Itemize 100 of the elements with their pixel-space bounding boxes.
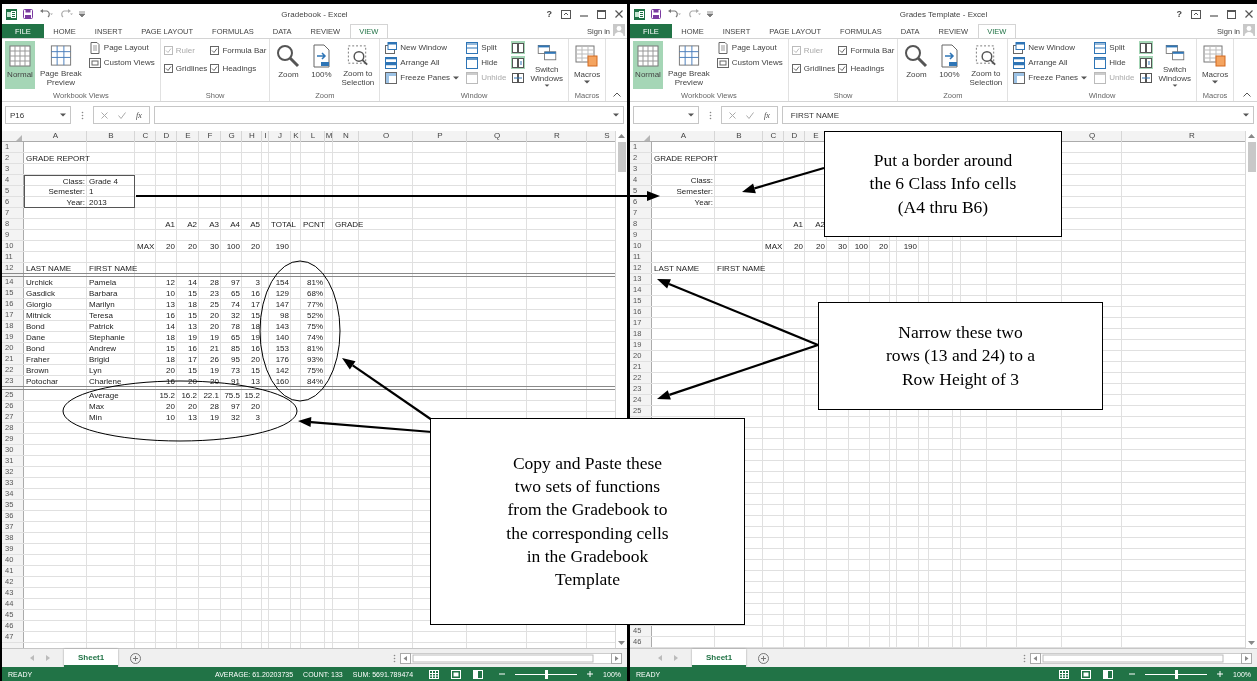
caret-icon[interactable]: [543, 83, 550, 87]
ribbon-button[interactable]: Page Layout: [86, 41, 157, 54]
ribbon-checkbox[interactable]: Formula Bar: [838, 43, 895, 57]
column-header[interactable]: F: [199, 131, 221, 142]
maximize-icon[interactable]: [1227, 9, 1236, 19]
ribbon-checkbox[interactable]: Gridlines: [163, 61, 208, 75]
column-header[interactable]: O: [359, 131, 413, 142]
insert-function-button[interactable]: fx: [764, 110, 770, 120]
scroll-down-icon[interactable]: [618, 641, 625, 645]
ribbon-checkbox[interactable]: Formula Bar: [210, 43, 267, 57]
side-by-side-icon[interactable]: [511, 41, 526, 54]
ribbon-button[interactable]: Switch Windows: [1156, 41, 1193, 89]
dropdown-caret-icon[interactable]: [60, 113, 66, 117]
ribbon-button[interactable]: Custom Views: [714, 56, 785, 69]
side-by-side-icon[interactable]: [1139, 41, 1154, 54]
expand-caret-icon[interactable]: [613, 113, 619, 117]
ribbon-button[interactable]: Page Break Preview: [38, 41, 84, 89]
dropdown-caret-icon[interactable]: [688, 113, 694, 117]
zoom-out-icon[interactable]: [499, 671, 506, 677]
undo-icon[interactable]: [667, 9, 681, 19]
column-header[interactable]: B: [715, 131, 763, 142]
undo-icon[interactable]: [39, 9, 53, 19]
zoom-out-icon[interactable]: [1129, 671, 1136, 677]
scroll-up-icon[interactable]: [1248, 134, 1255, 138]
save-icon[interactable]: [651, 9, 661, 19]
column-header[interactable]: C: [135, 131, 156, 142]
formula-field[interactable]: [153, 106, 624, 124]
ribbon-button[interactable]: Freeze Panes: [1011, 71, 1090, 84]
ribbon-button[interactable]: 100%: [934, 41, 965, 89]
ribbon-checkbox[interactable]: Headings: [838, 61, 895, 75]
checkbox-icon[interactable]: [838, 45, 848, 55]
checkbox-icon[interactable]: [838, 63, 848, 73]
column-header[interactable]: B: [87, 131, 135, 142]
ribbon-button[interactable]: Custom Views: [86, 56, 157, 69]
column-header[interactable]: L: [301, 131, 325, 142]
insert-function-button[interactable]: fx: [136, 110, 142, 120]
ribbon-button[interactable]: Page Break Preview: [666, 41, 712, 89]
caret-icon[interactable]: [1212, 80, 1219, 84]
sheet-tab[interactable]: Sheet1: [692, 649, 747, 667]
horizontal-scrollbar[interactable]: [1030, 652, 1252, 664]
sync-scroll-icon[interactable]: [1139, 56, 1154, 69]
collapse-ribbon-icon[interactable]: [1243, 92, 1251, 97]
column-header[interactable]: E: [177, 131, 199, 142]
column-header[interactable]: C: [763, 131, 784, 142]
normal-view-icon[interactable]: [429, 669, 440, 679]
page-break-view-icon[interactable]: [473, 669, 484, 679]
column-header[interactable]: K: [291, 131, 301, 142]
column-header[interactable]: A: [24, 131, 87, 142]
add-sheet-icon[interactable]: [130, 652, 142, 664]
column-header[interactable]: D: [156, 131, 177, 142]
ribbon-button[interactable]: Normal: [5, 41, 35, 89]
ribbon-button[interactable]: Macros: [571, 41, 603, 89]
collapse-ribbon-icon[interactable]: [613, 92, 621, 97]
add-sheet-icon[interactable]: [758, 652, 770, 664]
ribbon-button[interactable]: Zoom to Selection: [339, 41, 377, 89]
checkbox-icon[interactable]: [210, 63, 220, 73]
ribbon-button[interactable]: New Window: [383, 41, 462, 54]
checkbox-icon[interactable]: [210, 45, 220, 55]
ribbon-button[interactable]: Freeze Panes: [383, 71, 462, 84]
ribbon-button[interactable]: Normal: [633, 41, 663, 89]
column-header[interactable]: R: [527, 131, 587, 142]
ribbon-button[interactable]: Zoom to Selection: [967, 41, 1005, 89]
column-header[interactable]: E: [805, 131, 827, 142]
customize-caret-icon[interactable]: [79, 11, 85, 17]
sync-scroll-icon[interactable]: [511, 56, 526, 69]
slider-thumb[interactable]: [544, 669, 548, 679]
column-header[interactable]: P: [413, 131, 467, 142]
caret-icon[interactable]: [1081, 75, 1088, 80]
customize-caret-icon[interactable]: [707, 11, 713, 17]
page-layout-view-icon[interactable]: [451, 669, 462, 679]
column-header[interactable]: N: [333, 131, 359, 142]
ribbon-button[interactable]: Hide: [1092, 56, 1137, 69]
ribbon-button[interactable]: Arrange All: [1011, 56, 1090, 69]
ribbon-button[interactable]: Zoom: [901, 41, 932, 89]
close-icon[interactable]: [1245, 10, 1253, 18]
column-header[interactable]: A: [652, 131, 715, 142]
ribbon-button[interactable]: Arrange All: [383, 56, 462, 69]
ribbon-button[interactable]: Zoom: [273, 41, 304, 89]
ribbon-checkbox[interactable]: Gridlines: [791, 61, 836, 75]
zoom-in-icon[interactable]: [1217, 671, 1224, 677]
reset-window-icon[interactable]: [511, 71, 526, 84]
column-header[interactable]: D: [784, 131, 805, 142]
normal-view-icon[interactable]: [1059, 669, 1070, 679]
ribbon-button[interactable]: Macros: [1199, 41, 1231, 89]
horizontal-scrollbar[interactable]: [400, 652, 622, 664]
scroll-up-icon[interactable]: [618, 134, 625, 138]
ribbon-button[interactable]: 100%: [306, 41, 337, 89]
column-header[interactable]: J: [269, 131, 291, 142]
maximize-icon[interactable]: [597, 9, 606, 19]
page-break-view-icon[interactable]: [1103, 669, 1114, 679]
sheet-tab[interactable]: Sheet1: [64, 649, 119, 667]
checkbox-icon[interactable]: [163, 63, 173, 73]
slider-thumb[interactable]: [1174, 669, 1178, 679]
column-header[interactable]: S: [587, 131, 615, 142]
caret-icon[interactable]: [1171, 83, 1178, 87]
help-button[interactable]: ?: [1176, 9, 1182, 19]
caret-icon[interactable]: [453, 75, 460, 80]
expand-caret-icon[interactable]: [1243, 113, 1249, 117]
ribbon-display-icon[interactable]: [1191, 9, 1201, 19]
column-header[interactable]: H: [242, 131, 262, 142]
